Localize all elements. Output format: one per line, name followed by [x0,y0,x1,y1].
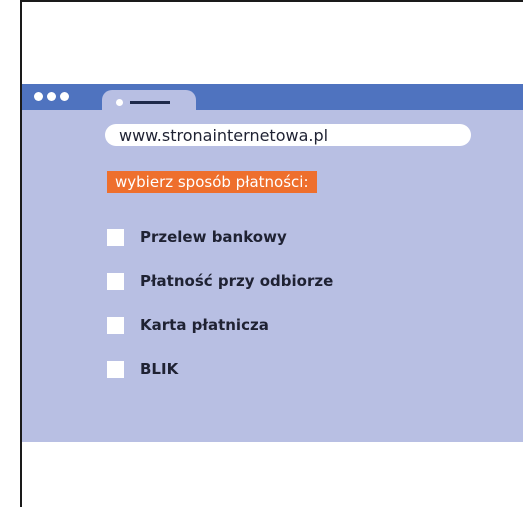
browser-titlebar [22,84,523,112]
payment-option-platnosc-przy-odbiorze[interactable]: Płatność przy odbiorze [107,270,333,292]
checkbox-platnosc-przy-odbiorze[interactable] [107,272,124,290]
tab-favicon-icon [116,99,123,106]
payment-option-label: Karta płatnicza [140,316,269,334]
payment-options-list: Przelew bankowy Płatność przy odbiorze K… [107,226,333,402]
payment-option-label: Płatność przy odbiorze [140,272,334,290]
address-bar[interactable]: www.stronainternetowa.pl [105,124,471,146]
window-control-dot-icon[interactable] [60,92,69,101]
browser-tab[interactable] [102,90,196,112]
payment-option-blik[interactable]: BLIK [107,358,333,380]
address-bar-url: www.stronainternetowa.pl [119,125,329,145]
payment-heading: wybierz sposób płatności: [107,171,317,193]
payment-option-label: BLIK [140,360,179,378]
checkbox-blik[interactable] [107,360,124,378]
window-control-dot-icon[interactable] [34,92,43,101]
payment-option-karta-platnicza[interactable]: Karta płatnicza [107,314,333,336]
checkbox-przelew-bankowy[interactable] [107,228,124,246]
browser-window: www.stronainternetowa.pl wybierz sposób … [22,84,523,442]
checkbox-karta-platnicza[interactable] [107,316,124,334]
payment-option-przelew-bankowy[interactable]: Przelew bankowy [107,226,333,248]
window-control-dot-icon[interactable] [47,92,56,101]
payment-option-label: Przelew bankowy [140,228,287,246]
tab-title-placeholder [130,101,170,104]
window-controls [34,92,69,101]
